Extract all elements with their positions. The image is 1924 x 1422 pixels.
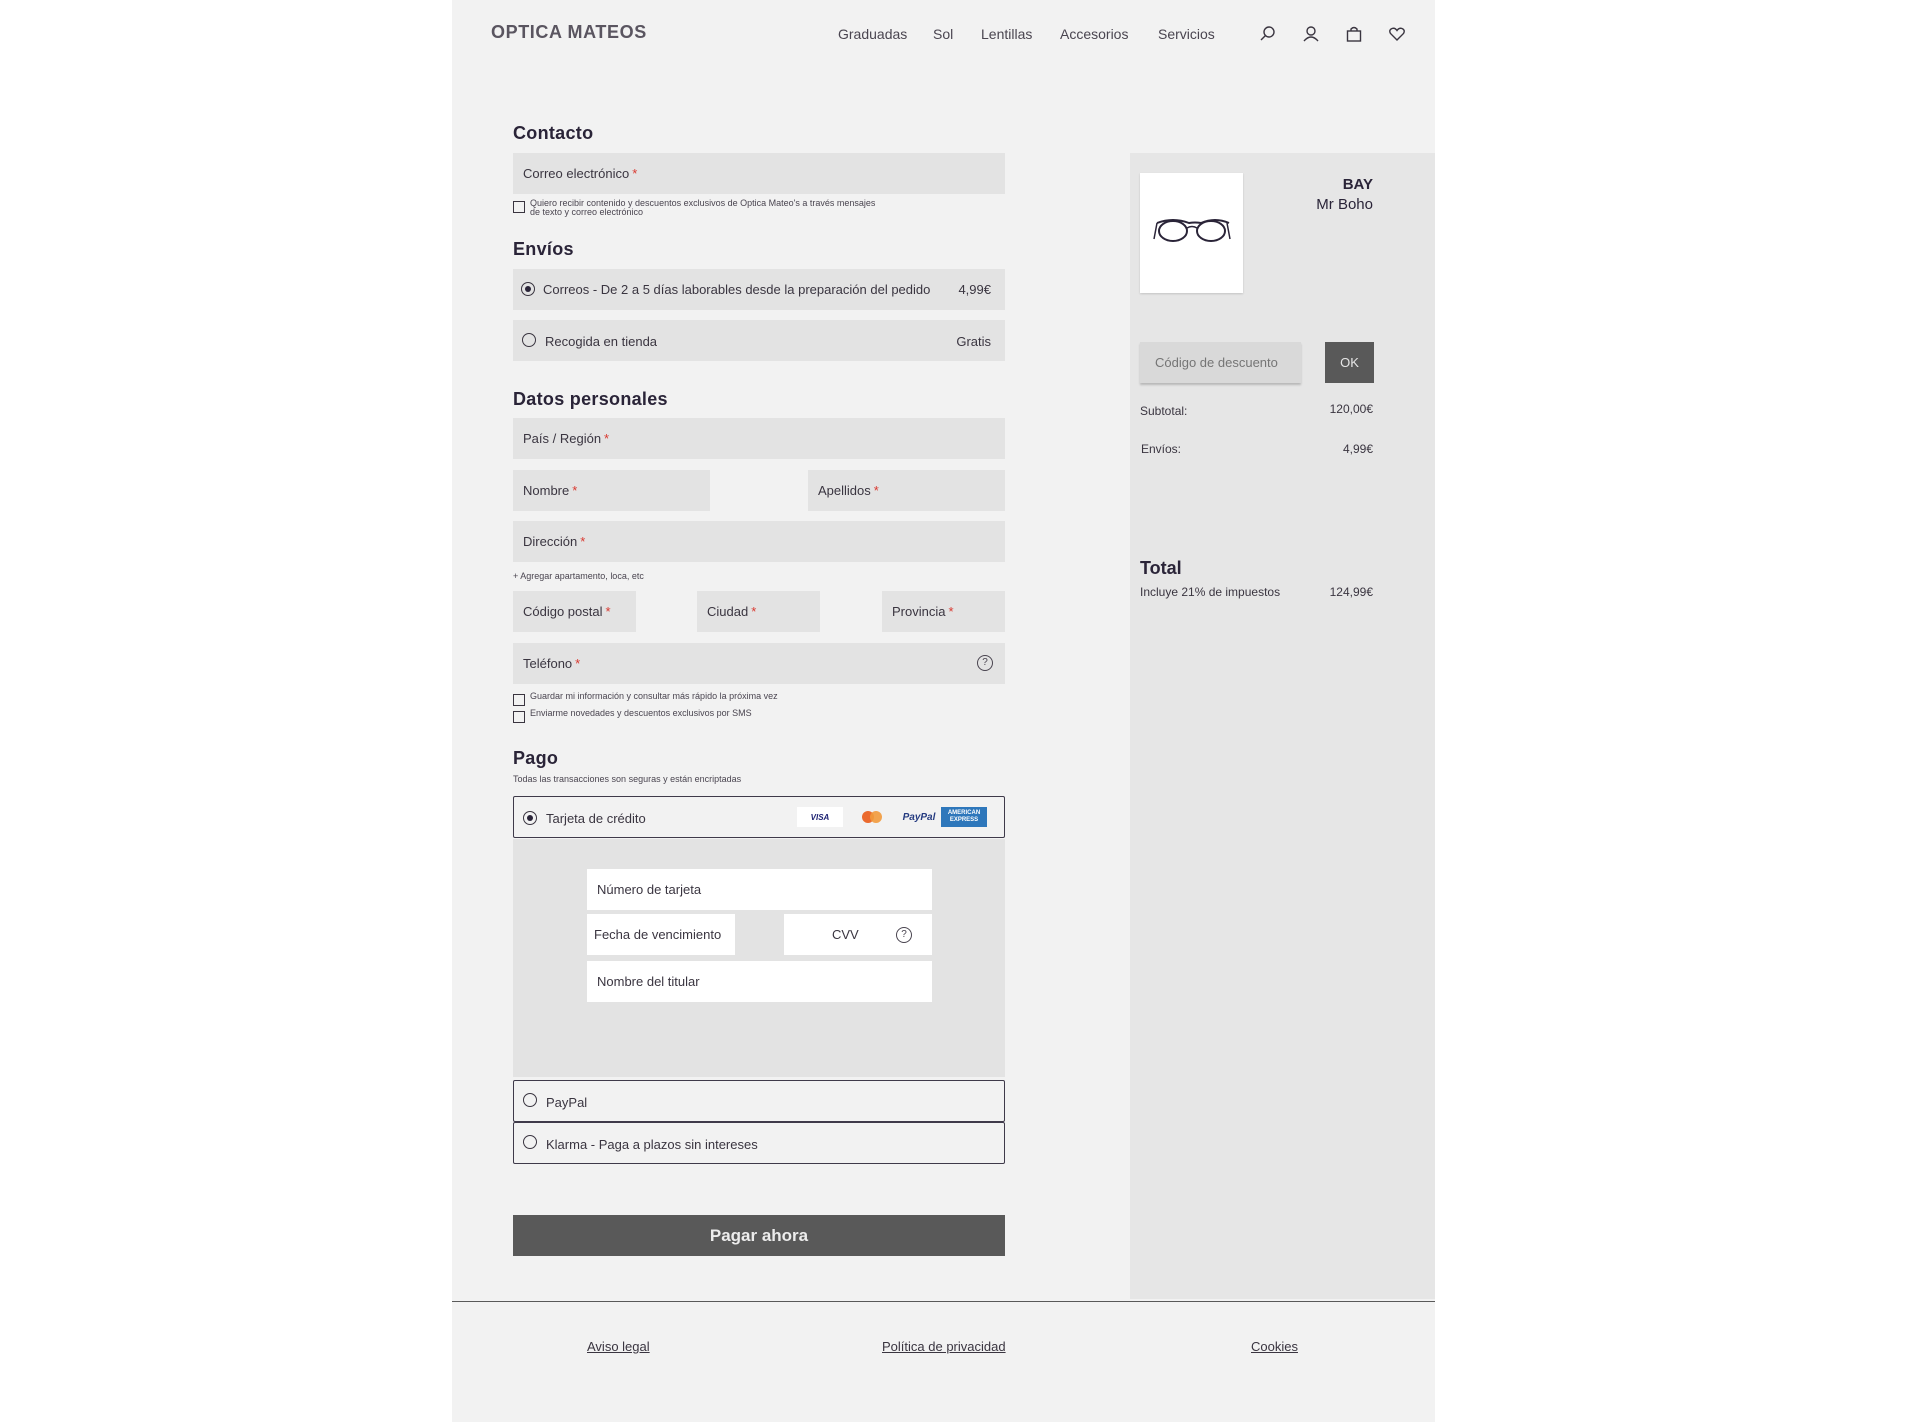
discount-code-input[interactable] [1140,342,1301,383]
search-icon[interactable] [1258,24,1278,44]
klarna-radio[interactable] [523,1135,537,1149]
order-summary: BAY Mr Boho OK Subtotal: 120,00€ Envíos:… [1130,153,1435,1299]
nav-lentillas[interactable]: Lentillas [981,26,1032,42]
sms-checkbox[interactable] [513,711,525,723]
legal-notice-link[interactable]: Aviso legal [587,1339,650,1354]
checkout-page: OPTICA MATEOS Graduadas Sol Lentillas Ac… [452,0,1435,1422]
shipping-option-pickup[interactable]: Recogida en tienda Gratis [513,320,1005,361]
total-value: 124,99€ [1329,585,1373,599]
bag-icon[interactable] [1344,24,1364,44]
add-apartment-link[interactable]: + Agregar apartamento, loca, etc [513,572,644,581]
save-info-label: Guardar mi información y consultar más r… [530,691,778,701]
card-number-field[interactable]: Número de tarjeta [587,869,932,910]
subtotal-label: Subtotal: [1140,404,1188,418]
nav-graduadas[interactable]: Graduadas [838,26,907,42]
shipping-option-correos[interactable]: Correos - De 2 a 5 días laborables desde… [513,269,1005,310]
tax-label: Incluye 21% de impuestos [1140,585,1281,599]
apply-discount-button[interactable]: OK [1325,342,1374,383]
shipping-radio-correos[interactable] [521,282,535,296]
nav-servicios[interactable]: Servicios [1158,26,1215,42]
help-icon[interactable]: ? [977,655,993,671]
province-field[interactable]: Provincia * [882,591,1005,632]
total-label: Total [1140,558,1182,578]
nav-sol[interactable]: Sol [933,26,953,42]
address-field[interactable]: Dirección * [513,521,1005,562]
holder-name-field[interactable]: Nombre del titular [587,961,932,1002]
first-name-field[interactable]: Nombre * [513,470,710,511]
visa-icon: VISA [797,807,843,827]
payment-title: Pago [513,748,559,768]
city-field[interactable]: Ciudad * [697,591,820,632]
payment-subtitle: Todas las transacciones son seguras y es… [513,774,742,784]
logo[interactable]: OPTICA MATEOS [491,22,647,43]
newsletter-checkbox[interactable] [513,201,525,213]
last-name-field[interactable]: Apellidos * [808,470,1005,511]
shipping-label: Envíos: [1141,442,1182,456]
shipping-title: Envíos [513,239,574,259]
pay-now-button[interactable]: Pagar ahora [513,1215,1005,1256]
phone-field[interactable]: Teléfono * ? [513,643,1005,684]
nav-accesorios[interactable]: Accesorios [1060,26,1128,42]
cookies-link[interactable]: Cookies [1251,1339,1298,1354]
paypal-radio[interactable] [523,1093,537,1107]
shipping-radio-pickup[interactable] [522,333,536,347]
card-radio[interactable] [523,811,537,825]
payment-option-paypal[interactable]: PayPal [513,1080,1005,1122]
footer-divider [452,1301,1435,1302]
product-brand: BAY [1342,176,1373,193]
privacy-policy-link[interactable]: Política de privacidad [882,1339,1006,1354]
email-field[interactable]: Correo electrónico * [513,153,1005,194]
product-image [1140,173,1243,293]
country-field[interactable]: País / Región * [513,418,1005,459]
save-info-checkbox[interactable] [513,694,525,706]
cvv-help-icon[interactable]: ? [896,927,912,943]
product-model: Mr Boho [1316,196,1373,213]
paypal-icon: PayPal [902,811,936,823]
subtotal-value: 120,00€ [1329,402,1373,416]
mastercard-icon [850,807,894,827]
newsletter-label: Quiero recibir contenido y descuentos ex… [530,198,876,217]
amex-icon: AMERICAN EXPRESS [941,807,987,827]
glasses-icon [1153,219,1231,242]
card-details-panel: Número de tarjeta Fecha de vencimiento C… [513,839,1005,1077]
sms-label: Enviarme novedades y descuentos exclusiv… [530,708,752,718]
heart-icon[interactable] [1387,24,1407,44]
contact-title: Contacto [513,123,594,143]
payment-option-klarna[interactable]: Klarma - Paga a plazos sin intereses [513,1122,1005,1164]
shipping-value: 4,99€ [1342,442,1373,456]
personal-title: Datos personales [513,389,668,409]
postal-code-field[interactable]: Código postal * [513,591,636,632]
payment-option-card[interactable]: Tarjeta de crédito VISA PayPal AMERICAN … [513,796,1005,838]
cvv-field[interactable]: CVV ? [784,914,932,955]
expiry-field[interactable]: Fecha de vencimiento [587,914,735,955]
user-icon[interactable] [1301,24,1321,44]
